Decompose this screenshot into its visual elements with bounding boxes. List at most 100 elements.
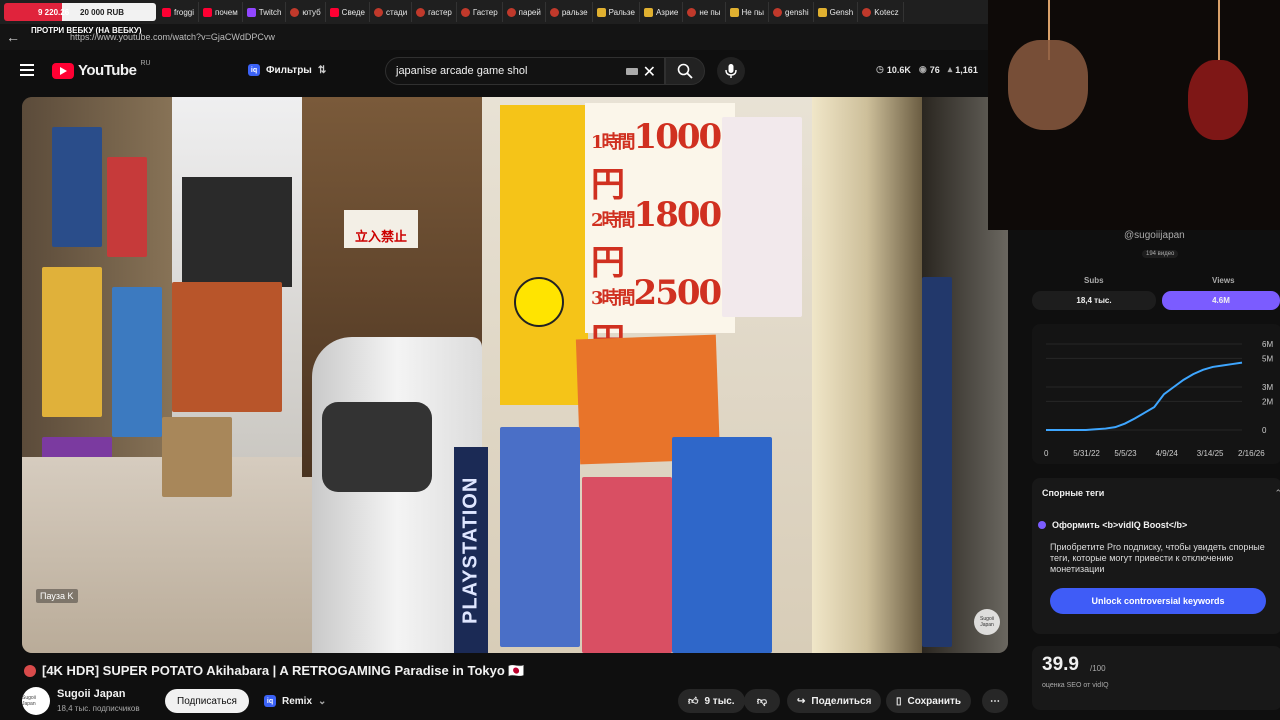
watching-stat: ◉ 76 — [918, 64, 940, 75]
globe-icon — [862, 7, 872, 17]
scene-rope — [1218, 0, 1220, 60]
chart-x-tick-label: 4/9/24 — [1156, 449, 1179, 458]
seo-card-title: Спорные теги — [1042, 488, 1105, 498]
chart-x-tick-label: 5/31/22 — [1073, 449, 1100, 458]
browser-tab[interactable]: Gensh — [814, 2, 859, 22]
share-button[interactable]: ↪ Поделиться — [787, 689, 882, 713]
browser-tab[interactable]: froggi — [158, 2, 200, 22]
globe-icon — [460, 7, 470, 17]
video-player[interactable]: 立入禁止 1時間1000円 2時間1800円 3時間2500円 PLAYSTAT… — [22, 97, 1008, 653]
scene-poster — [172, 282, 282, 412]
scene-poster — [582, 477, 672, 653]
browser-tab[interactable]: Азрие — [640, 2, 684, 22]
bookmark-icon — [596, 7, 606, 17]
youtube-icon — [329, 7, 339, 17]
browser-tab[interactable]: почем — [199, 2, 243, 22]
browser-tab-label: Гастер — [472, 7, 498, 17]
views-label: Views — [1212, 276, 1235, 285]
twitch-icon — [246, 7, 256, 17]
browser-tab[interactable]: парей — [503, 2, 546, 22]
subs-label: Subs — [1084, 276, 1104, 285]
webcam-feed — [988, 0, 1280, 230]
chevron-up-icon[interactable]: ⌃ — [1274, 488, 1280, 499]
subscribe-button[interactable]: Подписаться — [165, 689, 249, 713]
chevron-down-icon: ⌄ — [318, 695, 327, 707]
donation-amount-left: 9 220.26 — [38, 7, 70, 17]
video-title-text: [4K HDR] SUPER POTATO Akihabara | A RETR… — [42, 663, 525, 678]
vidiq-stats: ◷ 10.6K ◉ 76 ▴ 1,161 — [876, 64, 978, 75]
donation-bar: 9 220.26 20 000 RUB — [4, 3, 156, 21]
search-input[interactable]: japanise arcade game shol ✕ — [385, 57, 665, 85]
browser-tab[interactable]: не пы — [683, 2, 726, 22]
tab-list: froggi почем Twitch ютуб Сведе стади гастер Гас… — [158, 2, 904, 22]
chart-x-tick-label: 5/5/23 — [1114, 449, 1137, 458]
search-value: japanise arcade game shol — [396, 65, 528, 77]
browser-tab[interactable]: гастер — [412, 2, 457, 22]
pacman-icon — [514, 277, 564, 327]
browser-tab-label: Сведе — [341, 7, 365, 17]
browser-tab[interactable]: стади — [370, 2, 413, 22]
fox-mask — [1008, 40, 1088, 130]
price-row: 2時間1800円 — [591, 195, 722, 283]
vidiq-sidebar: @sugoiijapan 194 видео Subs Views 18,4 т… — [1020, 230, 1280, 720]
globe-icon — [416, 7, 426, 17]
browser-tab[interactable]: Сведе — [326, 2, 370, 22]
browser-tab-label: Kotecz — [874, 7, 899, 17]
scene-poster — [112, 287, 162, 437]
bookmark-icon — [729, 7, 739, 17]
voice-search-button[interactable] — [717, 57, 745, 85]
channel-avatar[interactable]: Sugoii Japan — [22, 687, 50, 715]
vidiq-icon: iq — [264, 695, 276, 707]
youtube-logo[interactable]: YouTube RU — [52, 60, 151, 79]
subs-tab[interactable]: 18,4 тыс. — [1032, 291, 1156, 310]
clear-search-icon[interactable]: ✕ — [643, 62, 656, 82]
keyboard-icon[interactable] — [626, 68, 638, 75]
browser-tab[interactable]: Twitch — [243, 2, 287, 22]
channel-watermark[interactable]: Sugoii Japan — [974, 609, 1000, 635]
more-actions-button[interactable]: ⋯ — [982, 689, 1008, 713]
boost-cta[interactable]: Оформить <b>vidIQ Boost</b> — [1038, 520, 1187, 530]
menu-icon[interactable] — [20, 64, 34, 76]
filters-button[interactable]: iq Фильтры ⇅ — [240, 59, 334, 81]
browser-tab-label: не пы — [699, 7, 721, 17]
stream-overlay-label: ПРОТРИ ВЕБКУ (НА ВЕБКУ) — [31, 26, 142, 35]
chart-y-tick-label: 5M — [1262, 354, 1273, 363]
browser-tab[interactable]: Ральзе — [593, 2, 640, 22]
logo-text: YouTube — [78, 62, 137, 79]
spiderman-mask — [1188, 60, 1248, 140]
search-icon — [677, 63, 693, 79]
scene-poster — [107, 157, 147, 257]
promo-text: Приобретите Pro подписку, чтобы увидеть … — [1050, 542, 1265, 574]
browser-tab-label: genshi — [785, 7, 809, 17]
browser-tab-label: стади — [386, 7, 408, 17]
browser-tab[interactable]: Не пы — [726, 2, 770, 22]
vidiq-dot-icon — [1038, 521, 1046, 529]
browser-tab[interactable]: genshi — [769, 2, 814, 22]
back-arrow-icon[interactable]: ← — [6, 29, 20, 45]
remix-button[interactable]: iq Remix ⌄ — [258, 689, 332, 713]
search-button[interactable] — [665, 57, 705, 85]
views-chart-svg: 0 2M 3M 5M 6M 0 5/31/22 5/5/23 4/9/24 3/14/25 2/16… — [1044, 340, 1273, 458]
thumbs-down-icon: 👎︎ — [756, 696, 768, 707]
browser-tab-label: Не пы — [741, 7, 765, 17]
unlock-keywords-button[interactable]: Unlock controversial keywords — [1050, 588, 1266, 614]
video-count-badge: 194 видео — [1142, 250, 1179, 258]
scene-poster — [500, 427, 580, 647]
microphone-icon — [725, 64, 737, 78]
dislike-button[interactable]: 👎︎ — [744, 689, 780, 713]
boost-label: Оформить <b>vidIQ Boost</b> — [1052, 520, 1188, 530]
views-tab[interactable]: 4.6M — [1162, 291, 1280, 310]
browser-tab[interactable]: ютуб — [286, 2, 326, 22]
channel-name[interactable]: Sugoii Japan — [57, 688, 125, 700]
share-icon: ↪ — [797, 695, 806, 707]
browser-tab[interactable]: Гастер — [457, 2, 503, 22]
globe-icon — [290, 7, 300, 17]
save-button[interactable]: ▯ Сохранить — [886, 689, 972, 713]
channel-subscribers: 18,4 тыс. подписчиков — [57, 704, 140, 713]
eye-icon: ◉ — [918, 64, 927, 74]
more-icon: ⋯ — [990, 695, 1000, 707]
browser-tab[interactable]: ральзе — [546, 2, 593, 22]
browser-tab[interactable]: Kotecz — [858, 2, 904, 22]
like-button[interactable]: 👍︎ 9 тыс. — [678, 689, 745, 713]
scene-cabinet-screen — [322, 402, 432, 492]
